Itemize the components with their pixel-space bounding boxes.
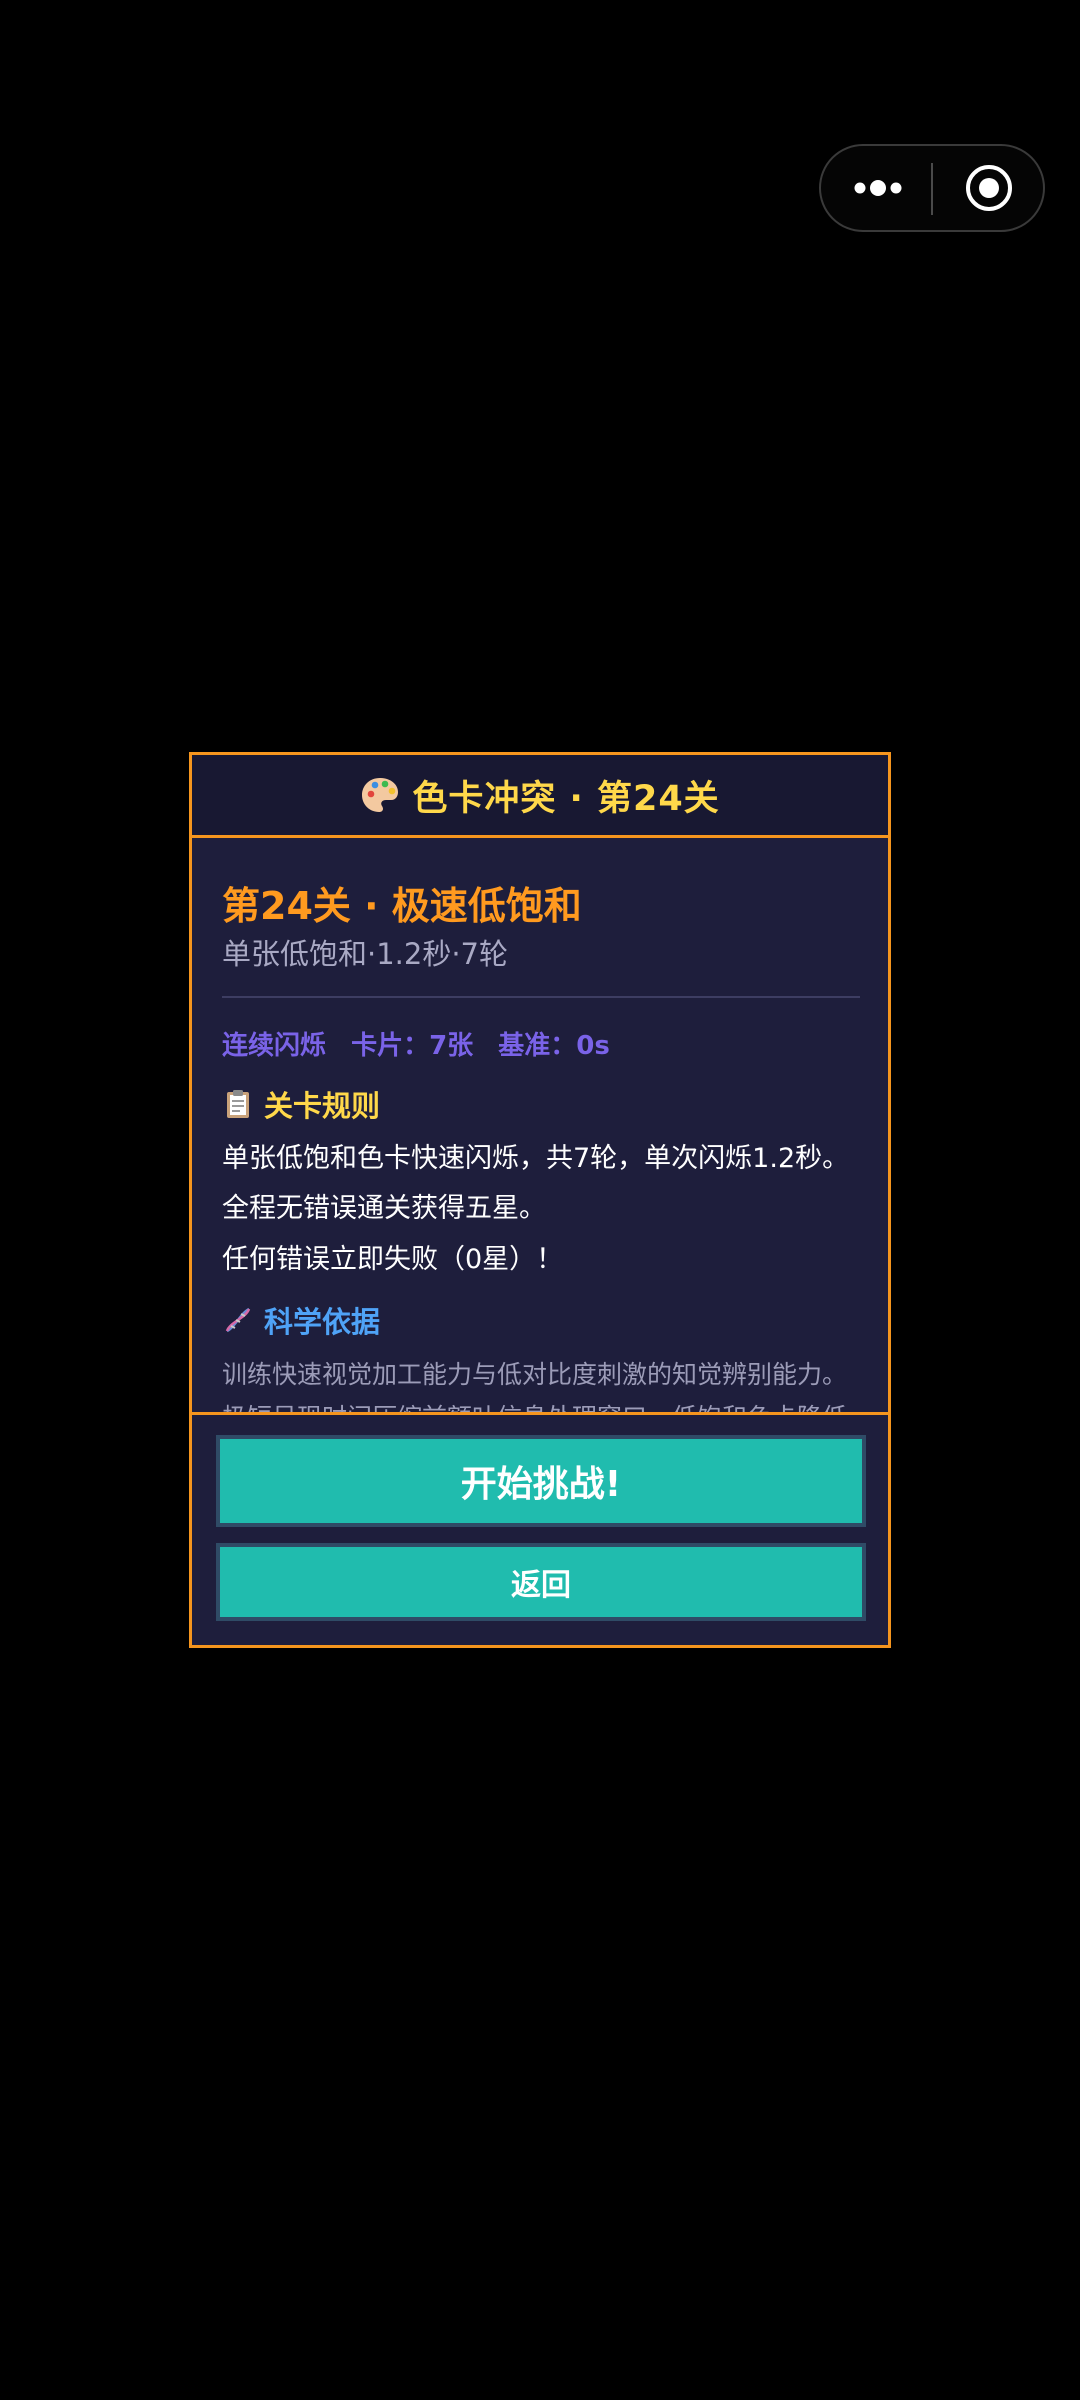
rules-heading-label: 关卡规则 <box>264 1089 381 1123</box>
palette-icon <box>360 775 400 815</box>
level-title: 第24关 · 极速低饱和 <box>222 884 582 928</box>
rules-heading: 关卡规则 <box>222 1083 380 1125</box>
rule-line-1: 单张低饱和色卡快速闪烁，共7轮，单次闪烁1.2秒。 <box>222 1143 850 1174</box>
dna-icon <box>222 1304 254 1336</box>
more-dots-icon[interactable] <box>851 146 905 230</box>
capsule-divider <box>931 163 933 215</box>
start-challenge-button[interactable]: 开始挑战! <box>216 1435 866 1527</box>
level-dialog: 色卡冲突 · 第24关 第24关 · 极速低饱和 单张低饱和·1.2秒·7轮 连… <box>189 752 891 1648</box>
science-line-2: 极短呈现时间压缩前额叶信息处理窗口，低饱和色卡降低 <box>222 1398 847 1412</box>
dialog-footer: 开始挑战! 返回 <box>192 1412 888 1645</box>
dialog-title: 色卡冲突 · 第24关 <box>412 778 720 819</box>
back-button[interactable]: 返回 <box>216 1543 866 1621</box>
science-line-1: 训练快速视觉加工能力与低对比度刺激的知觉辨别能力。 <box>222 1360 848 1389</box>
separator <box>222 996 860 998</box>
clipboard-icon <box>222 1088 254 1120</box>
rule-line-2: 全程无错误通关获得五星。 <box>222 1193 546 1224</box>
dialog-content[interactable]: 第24关 · 极速低饱和 单张低饱和·1.2秒·7轮 连续闪烁 卡片：7张 基准… <box>192 835 888 1412</box>
rule-line-3: 任何错误立即失败（0星）！ <box>222 1244 564 1275</box>
target-circle-icon[interactable] <box>963 162 1015 214</box>
stat-mode: 连续闪烁 <box>222 1031 327 1061</box>
stat-baseline: 基准：0s <box>498 1031 610 1061</box>
capsule-menu <box>819 144 1045 232</box>
level-stats: 连续闪烁 卡片：7张 基准：0s <box>222 1025 626 1062</box>
science-heading: 科学依据 <box>222 1299 380 1341</box>
level-subtitle: 单张低饱和·1.2秒·7轮 <box>222 937 509 971</box>
dialog-header: 色卡冲突 · 第24关 <box>192 755 888 838</box>
stat-cards: 卡片：7张 <box>351 1031 474 1061</box>
science-heading-label: 科学依据 <box>264 1305 381 1339</box>
